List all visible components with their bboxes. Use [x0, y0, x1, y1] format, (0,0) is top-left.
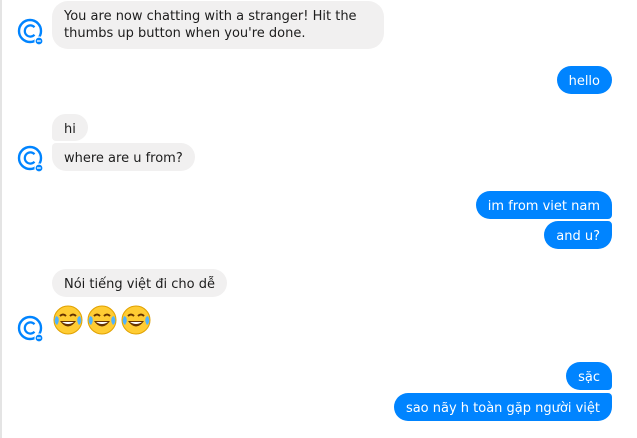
face-with-tears-of-joy-emoji: [120, 304, 152, 336]
message-text: Nói tiếng việt đi cho dễ: [64, 277, 216, 292]
message-text: sao nãy h toàn gặp người việt: [405, 401, 600, 416]
stranger-avatar-icon[interactable]: [17, 18, 45, 46]
left-divider: [0, 0, 2, 438]
message-text: where are u from?: [64, 151, 183, 166]
incoming-message-bubble: where are u from?: [52, 143, 195, 171]
message-text-line: thumbs up button when you're done.: [64, 26, 306, 41]
message-text: sặc: [578, 370, 600, 385]
message-text: im from viet nam: [487, 199, 600, 214]
message-text-line: You are now chatting with a stranger! Hi…: [64, 9, 357, 24]
message-text: hello: [568, 74, 600, 89]
face-with-tears-of-joy-emoji: [52, 304, 84, 336]
emoji-message: [52, 304, 152, 336]
message-text: and u?: [556, 229, 600, 244]
outgoing-message-bubble: hello: [556, 66, 612, 94]
message-text: hi: [64, 122, 76, 137]
system-message-bubble: You are now chatting with a stranger! Hi…: [52, 1, 384, 49]
stranger-avatar-icon[interactable]: [17, 145, 45, 173]
face-with-tears-of-joy-emoji: [86, 304, 118, 336]
outgoing-message-bubble: im from viet nam: [475, 191, 612, 219]
stranger-avatar-icon[interactable]: [17, 315, 45, 343]
incoming-message-bubble: hi: [52, 114, 88, 141]
incoming-message-bubble: Nói tiếng việt đi cho dễ: [52, 269, 228, 297]
outgoing-message-bubble: sặc: [566, 362, 612, 390]
outgoing-message-bubble: sao nãy h toàn gặp người việt: [393, 393, 612, 421]
outgoing-message-bubble: and u?: [544, 221, 612, 249]
